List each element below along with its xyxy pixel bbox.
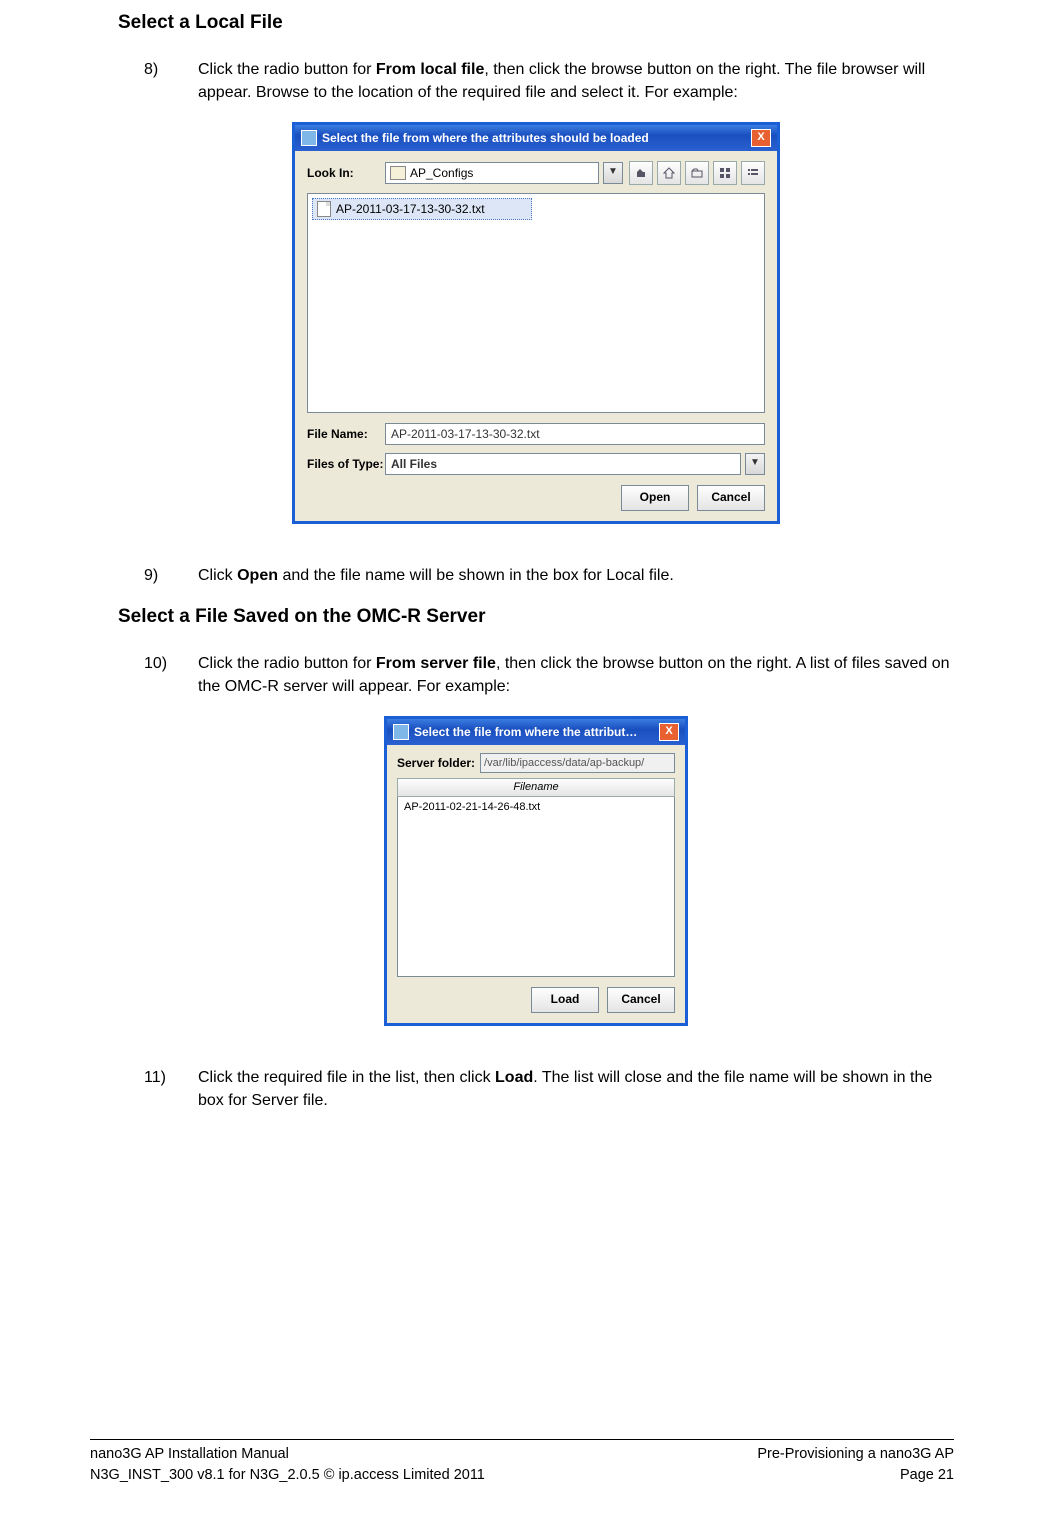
new-folder-button[interactable] <box>685 161 709 185</box>
close-button[interactable]: X <box>751 129 771 147</box>
lookin-label: Look In: <box>307 166 385 180</box>
close-button[interactable]: X <box>659 723 679 741</box>
dialog-titlebar: Select the file from where the attribute… <box>295 125 777 151</box>
file-list-item[interactable]: AP-2011-03-17-13-30-32.txt <box>312 198 532 220</box>
up-folder-button[interactable] <box>629 161 653 185</box>
page-footer: nano3G AP Installation Manual N3G_INST_3… <box>90 1439 954 1486</box>
folder-icon <box>390 166 406 180</box>
filename-input[interactable]: AP-2011-03-17-13-30-32.txt <box>385 423 765 445</box>
list-item[interactable]: AP-2011-02-21-14-26-48.txt <box>402 799 670 815</box>
footer-chapter: Pre-Provisioning a nano3G AP <box>757 1444 954 1465</box>
text-bold: From local file <box>376 61 484 78</box>
step-number: 10) <box>144 652 198 698</box>
window-icon <box>301 130 317 146</box>
filename-label: File Name: <box>307 427 385 441</box>
text: Click the required file in the list, the… <box>198 1069 495 1086</box>
step-body: Click the required file in the list, the… <box>198 1066 954 1112</box>
step-number: 8) <box>144 58 198 104</box>
section-title-server: Select a File Saved on the OMC-R Server <box>118 606 954 628</box>
text-bold: Open <box>237 567 278 584</box>
server-folder-label: Server folder: <box>397 756 475 770</box>
text: Click the radio button for <box>198 61 376 78</box>
step-11: 11) Click the required file in the list,… <box>144 1066 954 1112</box>
lookin-dropdown-arrow[interactable]: ▼ <box>603 162 623 184</box>
step-body: Click the radio button for From local fi… <box>198 58 954 104</box>
lookin-value: AP_Configs <box>410 166 473 180</box>
filetype-dropdown-arrow[interactable]: ▼ <box>745 453 765 475</box>
footer-manual-title: nano3G AP Installation Manual <box>90 1444 485 1465</box>
file-open-dialog: Select the file from where the attribute… <box>292 122 780 524</box>
footer-copyright: N3G_INST_300 v8.1 for N3G_2.0.5 © ip.acc… <box>90 1465 485 1486</box>
footer-page-number: Page 21 <box>757 1465 954 1486</box>
server-file-dialog: Select the file from where the attribut…… <box>384 716 688 1026</box>
text: and the file name will be shown in the b… <box>278 567 674 584</box>
list-view-button[interactable] <box>713 161 737 185</box>
step-8: 8) Click the radio button for From local… <box>144 58 954 104</box>
cancel-button[interactable]: Cancel <box>697 485 765 511</box>
step-body: Click the radio button for From server f… <box>198 652 954 698</box>
dialog-title: Select the file from where the attribut… <box>414 725 659 739</box>
file-icon <box>317 201 331 217</box>
cancel-button[interactable]: Cancel <box>607 987 675 1013</box>
server-folder-input[interactable]: /var/lib/ipaccess/data/ap-backup/ <box>480 753 675 773</box>
section-title-local: Select a Local File <box>118 12 954 34</box>
text-bold: Load <box>495 1069 533 1086</box>
step-9: 9) Click Open and the file name will be … <box>144 564 954 587</box>
text: Click the radio button for <box>198 655 376 672</box>
text-bold: From server file <box>376 655 496 672</box>
step-10: 10) Click the radio button for From serv… <box>144 652 954 698</box>
step-number: 11) <box>144 1066 198 1112</box>
home-button[interactable] <box>657 161 681 185</box>
step-body: Click Open and the file name will be sho… <box>198 564 954 587</box>
load-button[interactable]: Load <box>531 987 599 1013</box>
filetype-select[interactable]: All Files <box>385 453 741 475</box>
file-list-pane[interactable]: AP-2011-03-17-13-30-32.txt <box>307 193 765 413</box>
dialog-titlebar: Select the file from where the attribut…… <box>387 719 685 745</box>
lookin-select[interactable]: AP_Configs <box>385 162 599 184</box>
dialog-title: Select the file from where the attribute… <box>322 131 751 145</box>
server-file-list[interactable]: AP-2011-02-21-14-26-48.txt <box>397 797 675 977</box>
window-icon <box>393 724 409 740</box>
list-column-header[interactable]: Filename <box>397 778 675 797</box>
filetype-label: Files of Type: <box>307 457 385 471</box>
text: Click <box>198 567 237 584</box>
open-button[interactable]: Open <box>621 485 689 511</box>
file-name: AP-2011-03-17-13-30-32.txt <box>336 202 485 216</box>
step-number: 9) <box>144 564 198 587</box>
details-view-button[interactable] <box>741 161 765 185</box>
